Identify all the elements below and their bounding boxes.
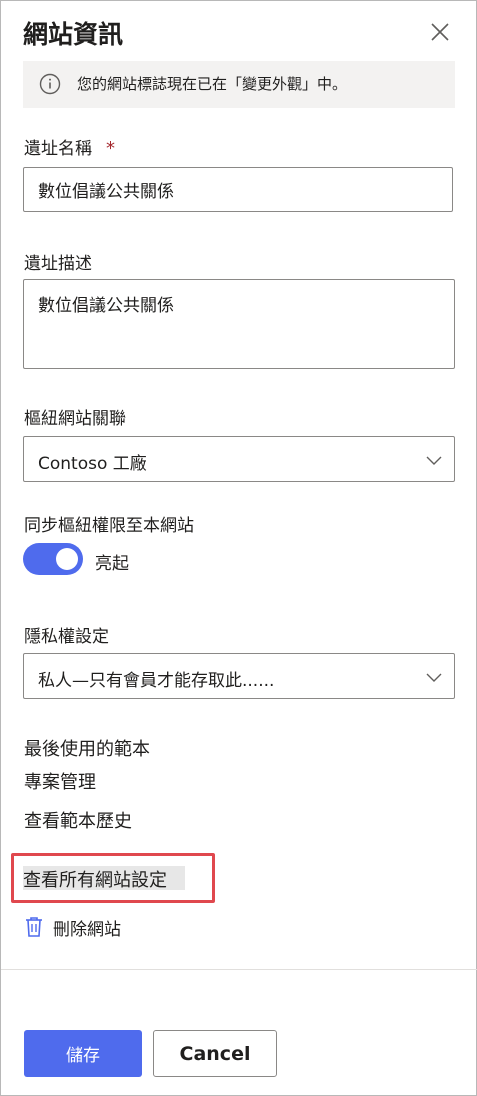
info-message-bar: 您的網站標誌現在已在「變更外觀」中。	[23, 61, 455, 108]
hub-association-dropdown[interactable]: Contoso 工廠	[23, 436, 455, 482]
panel-title: 網站資訊	[23, 20, 124, 49]
info-icon	[39, 73, 61, 95]
save-button[interactable]: 儲存	[24, 1030, 142, 1077]
cancel-button[interactable]: Cancel	[153, 1030, 277, 1077]
view-template-history-link[interactable]: 查看範本歷史	[24, 807, 132, 833]
privacy-settings-dropdown[interactable]: 私人—只有會員才能存取此......	[23, 653, 455, 699]
delete-site-label: 刪除網站	[53, 920, 121, 940]
template-heading: 最後使用的範本	[24, 739, 150, 760]
close-icon[interactable]	[429, 21, 451, 43]
site-name-label: 遺址名稱 *	[24, 134, 115, 159]
chevron-down-icon	[426, 452, 442, 468]
toggle-state-label: 亮起	[95, 554, 129, 574]
toggle-knob	[56, 548, 78, 570]
template-name: 專案管理	[24, 772, 96, 793]
hub-association-label: 樞紐網站關聯	[24, 409, 126, 429]
info-message-text: 您的網站標誌現在已在「變更外觀」中。	[77, 75, 348, 93]
site-info-panel: 網站資訊 您的網站標誌現在已在「變更外觀」中。 遺址名稱 * 遺址描述 數位倡議公…	[0, 0, 477, 1096]
privacy-settings-value: 私人—只有會員才能存取此......	[38, 671, 275, 691]
site-name-label-text: 遺址名稱	[24, 139, 92, 159]
sync-permissions-toggle[interactable]	[23, 543, 83, 575]
site-description-textarea[interactable]: 數位倡議公共關係	[23, 279, 455, 369]
site-name-input[interactable]	[23, 167, 453, 212]
required-marker: *	[106, 138, 115, 159]
chevron-down-icon	[426, 669, 442, 685]
trash-icon	[23, 915, 45, 939]
sync-permissions-label: 同步樞紐權限至本網站	[24, 516, 194, 536]
hub-association-value: Contoso 工廠	[38, 454, 147, 474]
privacy-settings-label: 隱私權設定	[24, 627, 109, 647]
site-description-label: 遺址描述	[24, 254, 92, 274]
view-all-site-settings-link[interactable]: 查看所有網站設定	[23, 866, 185, 891]
footer-divider	[1, 969, 477, 970]
